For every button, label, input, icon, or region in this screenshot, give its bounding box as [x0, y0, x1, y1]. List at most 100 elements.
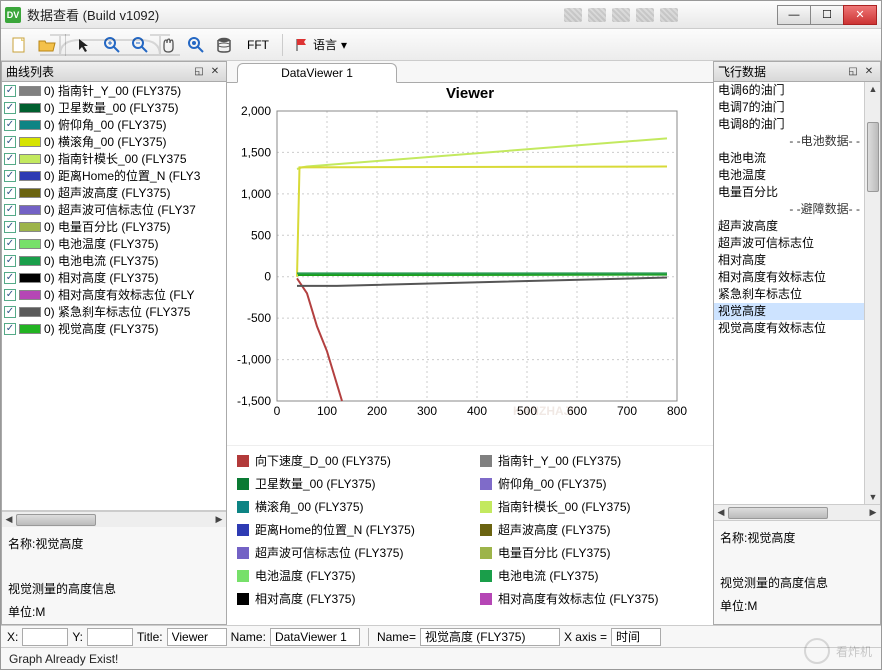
- flight-data-row[interactable]: 视觉高度有效标志位: [714, 320, 880, 337]
- language-menu[interactable]: 语言 ▾: [289, 36, 353, 53]
- legend-item[interactable]: 横滚角_00 (FLY375): [237, 498, 460, 515]
- series-row[interactable]: ✓ 0) 俯仰角_00 (FLY375): [2, 116, 226, 133]
- series-list[interactable]: ✓ 0) 指南针_Y_00 (FLY375)✓ 0) 卫星数量_00 (FLY3…: [2, 82, 226, 511]
- legend-item[interactable]: 电池电流 (FLY375): [480, 567, 703, 584]
- legend-label: 俯仰角_00 (FLY375): [498, 475, 607, 492]
- chart-area[interactable]: Viewer 0100200300400500600700800-1,500-1…: [227, 83, 713, 445]
- series-row[interactable]: ✓ 0) 电池温度 (FLY375): [2, 235, 226, 252]
- scrollbar-thumb[interactable]: [867, 122, 879, 192]
- checkbox-icon[interactable]: ✓: [4, 170, 16, 182]
- zoom-out-button[interactable]: [128, 33, 152, 57]
- flight-data-row[interactable]: 电调8的油门: [714, 116, 880, 133]
- flight-data-row[interactable]: 相对高度: [714, 252, 880, 269]
- name2-input[interactable]: [420, 628, 560, 646]
- flight-data-row[interactable]: 视觉高度: [714, 303, 880, 320]
- legend-item[interactable]: 电量百分比 (FLY375): [480, 544, 703, 561]
- horizontal-scrollbar[interactable]: ◀ ▶: [2, 511, 226, 527]
- database-button[interactable]: [212, 33, 236, 57]
- scroll-right-icon[interactable]: ▶: [212, 512, 226, 528]
- flight-data-row[interactable]: 电量百分比: [714, 184, 880, 201]
- legend-item[interactable]: 指南针_Y_00 (FLY375): [480, 452, 703, 469]
- fft-button[interactable]: FFT: [240, 33, 276, 57]
- series-row[interactable]: ✓ 0) 超声波可信标志位 (FLY37: [2, 201, 226, 218]
- series-row[interactable]: ✓ 0) 卫星数量_00 (FLY375): [2, 99, 226, 116]
- scrollbar-thumb[interactable]: [16, 514, 96, 526]
- chevron-down-icon: ▾: [341, 38, 347, 52]
- scroll-up-icon[interactable]: ▲: [865, 82, 880, 96]
- checkbox-icon[interactable]: ✓: [4, 289, 16, 301]
- scrollbar-thumb[interactable]: [728, 507, 828, 519]
- checkbox-icon[interactable]: ✓: [4, 102, 16, 114]
- series-row[interactable]: ✓ 0) 指南针模长_00 (FLY375: [2, 150, 226, 167]
- tab-dataviewer1[interactable]: DataViewer 1: [237, 63, 397, 83]
- legend-item[interactable]: 卫星数量_00 (FLY375): [237, 475, 460, 492]
- flight-data-row[interactable]: 电调6的油门: [714, 82, 880, 99]
- legend-item[interactable]: 相对高度 (FLY375): [237, 590, 460, 607]
- flight-data-row[interactable]: 紧急刹车标志位: [714, 286, 880, 303]
- zoom-in-button[interactable]: [100, 33, 124, 57]
- flight-data-row[interactable]: 电池温度: [714, 167, 880, 184]
- series-row[interactable]: ✓ 0) 距离Home的位置_N (FLY3: [2, 167, 226, 184]
- series-row[interactable]: ✓ 0) 超声波高度 (FLY375): [2, 184, 226, 201]
- checkbox-icon[interactable]: ✓: [4, 221, 16, 233]
- checkbox-icon[interactable]: ✓: [4, 306, 16, 318]
- scroll-left-icon[interactable]: ◀: [714, 505, 728, 521]
- panel-close-button[interactable]: ✕: [862, 65, 876, 79]
- scroll-down-icon[interactable]: ▼: [865, 490, 880, 504]
- legend-item[interactable]: 超声波可信标志位 (FLY375): [237, 544, 460, 561]
- zoom-fit-button[interactable]: [184, 33, 208, 57]
- checkbox-icon[interactable]: ✓: [4, 255, 16, 267]
- checkbox-icon[interactable]: ✓: [4, 153, 16, 165]
- y-input[interactable]: [87, 628, 133, 646]
- series-row[interactable]: ✓ 0) 横滚角_00 (FLY375): [2, 133, 226, 150]
- chart-canvas[interactable]: 0100200300400500600700800-1,500-1,000-50…: [227, 101, 687, 431]
- legend-item[interactable]: 电池温度 (FLY375): [237, 567, 460, 584]
- panel-close-button[interactable]: ✕: [208, 65, 222, 79]
- new-file-button[interactable]: [7, 33, 31, 57]
- maximize-button[interactable]: ☐: [810, 5, 844, 25]
- flight-data-row[interactable]: 电池电流: [714, 150, 880, 167]
- x-input[interactable]: [22, 628, 68, 646]
- panel-float-button[interactable]: ◱: [846, 65, 860, 79]
- scroll-right-icon[interactable]: ▶: [866, 505, 880, 521]
- checkbox-icon[interactable]: ✓: [4, 187, 16, 199]
- title-input[interactable]: [167, 628, 227, 646]
- series-row[interactable]: ✓ 0) 指南针_Y_00 (FLY375): [2, 82, 226, 99]
- flight-data-row[interactable]: 电调7的油门: [714, 99, 880, 116]
- checkbox-icon[interactable]: ✓: [4, 323, 16, 335]
- scroll-left-icon[interactable]: ◀: [2, 512, 16, 528]
- series-row[interactable]: ✓ 0) 相对高度有效标志位 (FLY: [2, 286, 226, 303]
- name-input[interactable]: [270, 628, 360, 646]
- legend-item[interactable]: 相对高度有效标志位 (FLY375): [480, 590, 703, 607]
- legend-item[interactable]: 向下速度_D_00 (FLY375): [237, 452, 460, 469]
- close-button[interactable]: ✕: [843, 5, 877, 25]
- series-row[interactable]: ✓ 0) 电量百分比 (FLY375): [2, 218, 226, 235]
- minimize-button[interactable]: —: [777, 5, 811, 25]
- checkbox-icon[interactable]: ✓: [4, 136, 16, 148]
- flight-data-list[interactable]: 电调6的油门电调7的油门电调8的油门- -电池数据- -电池电流电池温度电量百分…: [714, 82, 880, 504]
- checkbox-icon[interactable]: ✓: [4, 119, 16, 131]
- xaxis-input[interactable]: [611, 628, 661, 646]
- flight-data-row[interactable]: 相对高度有效标志位: [714, 269, 880, 286]
- legend-item[interactable]: 超声波高度 (FLY375): [480, 521, 703, 538]
- series-row[interactable]: ✓ 0) 视觉高度 (FLY375): [2, 320, 226, 337]
- horizontal-scrollbar[interactable]: ◀ ▶: [714, 504, 880, 520]
- checkbox-icon[interactable]: ✓: [4, 204, 16, 216]
- series-row[interactable]: ✓ 0) 紧急刹车标志位 (FLY375: [2, 303, 226, 320]
- checkbox-icon[interactable]: ✓: [4, 272, 16, 284]
- titlebar[interactable]: DV 数据查看 (Build v1092) — ☐ ✕: [1, 1, 881, 29]
- legend-item[interactable]: 距离Home的位置_N (FLY375): [237, 521, 460, 538]
- legend-item[interactable]: 指南针模长_00 (FLY375): [480, 498, 703, 515]
- flight-data-row[interactable]: 超声波高度: [714, 218, 880, 235]
- panel-float-button[interactable]: ◱: [192, 65, 206, 79]
- legend-item[interactable]: 俯仰角_00 (FLY375): [480, 475, 703, 492]
- cursor-tool-button[interactable]: [72, 33, 96, 57]
- flight-data-row[interactable]: 超声波可信标志位: [714, 235, 880, 252]
- checkbox-icon[interactable]: ✓: [4, 238, 16, 250]
- series-row[interactable]: ✓ 0) 相对高度 (FLY375): [2, 269, 226, 286]
- series-row[interactable]: ✓ 0) 电池电流 (FLY375): [2, 252, 226, 269]
- vertical-scrollbar[interactable]: ▲ ▼: [864, 82, 880, 504]
- checkbox-icon[interactable]: ✓: [4, 85, 16, 97]
- pan-tool-button[interactable]: [156, 33, 180, 57]
- open-folder-button[interactable]: [35, 33, 59, 57]
